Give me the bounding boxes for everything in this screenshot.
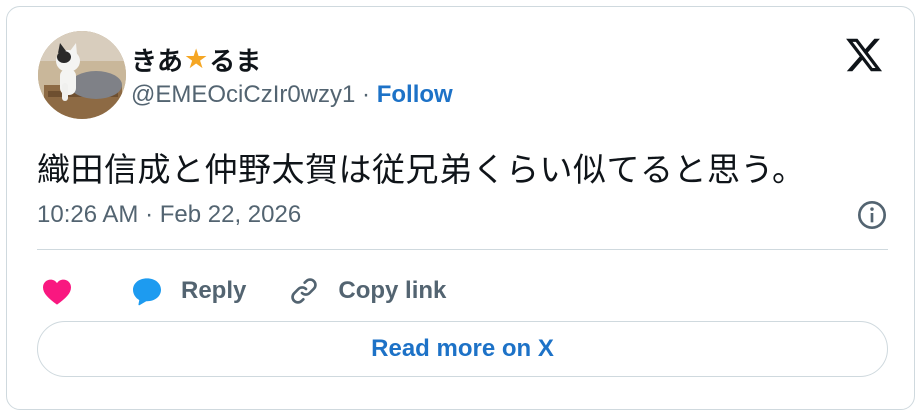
x-logo-icon[interactable] [844, 35, 884, 75]
reply-label: Reply [181, 277, 247, 304]
star-emoji-icon: ★ [184, 44, 209, 74]
read-more-label: Read more on X [371, 335, 554, 362]
author-name-part-1: きあ [131, 46, 184, 76]
embedded-tweet-card: きあ ★ るま @EMEOciCzIr0wzy1 · Follow 織田信成と仲… [6, 6, 915, 410]
author-handle-row: @EMEOciCzIr0wzy1 · Follow [131, 81, 453, 109]
like-button[interactable] [41, 276, 73, 306]
avatar-image [38, 31, 126, 119]
heart-icon [43, 279, 71, 305]
action-bar: Reply Copy link [37, 269, 446, 313]
author-handle[interactable]: @EMEOciCzIr0wzy1 [131, 81, 355, 108]
info-icon[interactable] [856, 199, 888, 231]
reply-bubble-icon [133, 278, 161, 306]
copy-link-button[interactable]: Copy link [288, 275, 446, 307]
copy-link-label: Copy link [338, 277, 447, 304]
handle-separator: · [355, 81, 377, 108]
avatar[interactable] [38, 31, 126, 119]
follow-button[interactable]: Follow [377, 81, 453, 108]
reply-button[interactable]: Reply [131, 276, 246, 306]
author-name[interactable]: きあ ★ るま [131, 41, 261, 78]
read-more-button[interactable]: Read more on X [37, 321, 888, 377]
link-icon [291, 278, 318, 304]
tweet-text: 織田信成と仲野太賀は従兄弟くらい似てると思う。 [37, 151, 806, 188]
divider [37, 249, 888, 250]
tweet-timestamp[interactable]: 10:26 AM · Feb 22, 2026 [37, 201, 301, 229]
author-name-part-2: るま [209, 46, 262, 76]
